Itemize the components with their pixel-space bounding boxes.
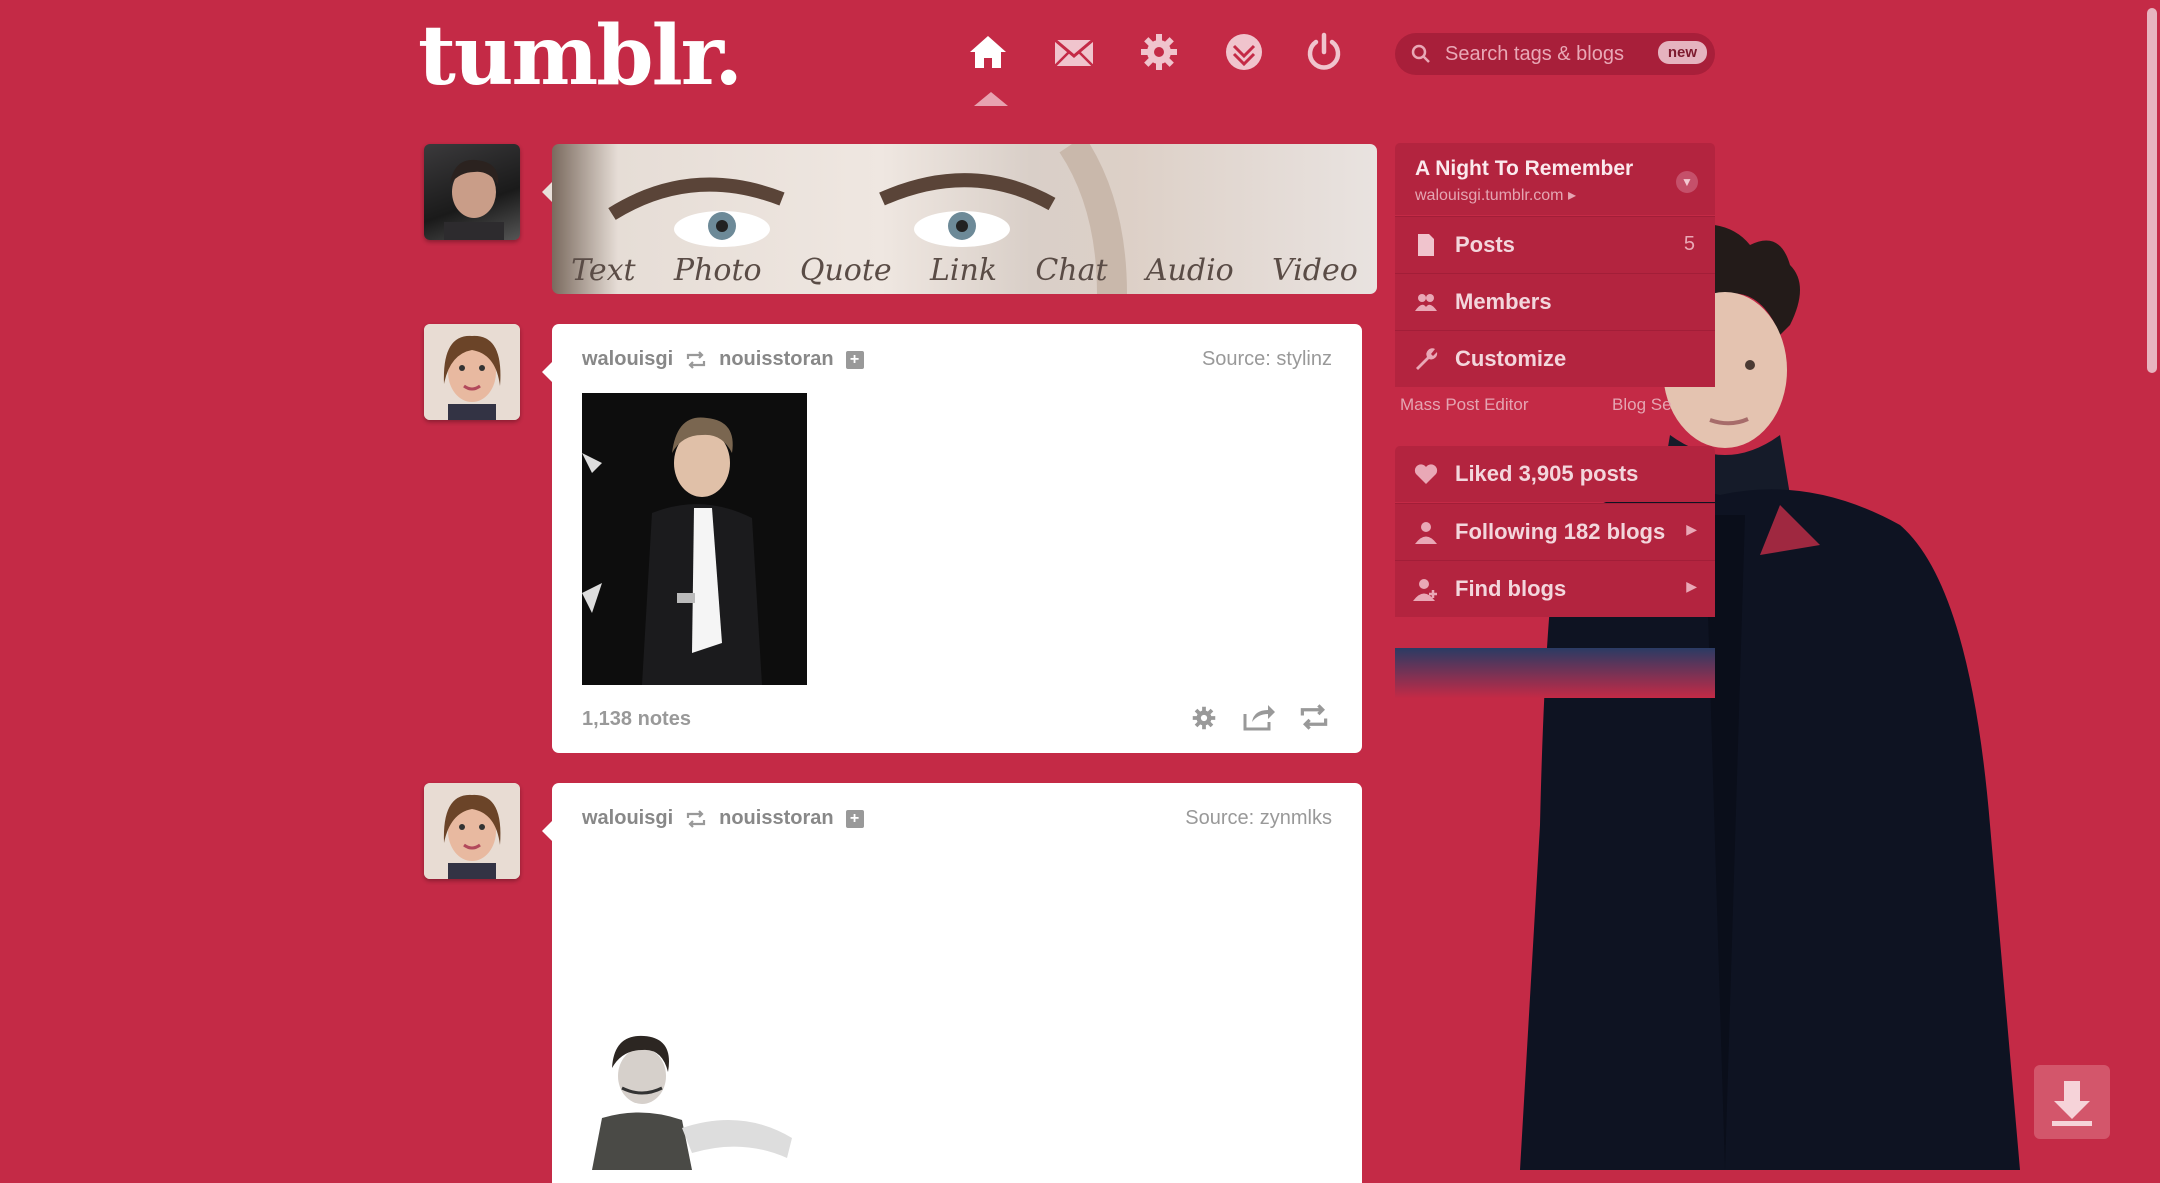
new-badge: new [1657,41,1707,64]
sidebar-banner [1395,648,1715,698]
sidebar-item-find-blogs[interactable]: Find blogs ▶ [1395,560,1715,617]
posts-count: 5 [1683,233,1695,255]
mass-post-editor-link[interactable]: Mass Post Editor [1400,395,1529,415]
download-icon [2052,1081,2092,1126]
mail-icon[interactable] [1050,28,1098,76]
tumblr-logo[interactable]: tumblr. [418,8,743,104]
post-notes[interactable]: 1,138 notes [582,708,691,731]
reblog-icon [687,809,706,828]
sidebar-item-posts[interactable]: Posts 5 [1395,216,1715,273]
follow-plus-icon[interactable]: + [845,350,864,369]
explore-icon[interactable] [1220,28,1268,76]
post-type-labels: Text Photo Quote Link Chat Audio Video [552,253,1377,288]
post-card: walouisgi nouisstoran + Source: stylinz … [552,324,1362,753]
home-icon[interactable] [964,28,1012,76]
sidebar-item-customize[interactable]: Customize [1395,330,1715,387]
post-settings-icon[interactable] [1189,703,1219,733]
person-icon [1415,522,1437,544]
avatar-pointer [542,182,552,202]
post-meta: walouisgi nouisstoran + [582,348,864,371]
post-type-audio[interactable]: Audio [1146,253,1234,288]
post-type-text[interactable]: Text [571,253,635,288]
post-source[interactable]: Source: zynmlks [1185,807,1332,830]
post-author[interactable]: walouisgi [582,348,673,371]
power-icon[interactable] [1300,28,1348,76]
wrench-icon [1416,348,1438,370]
post-source[interactable]: Source: stylinz [1202,348,1332,371]
post-photo[interactable] [582,393,807,685]
person-plus-icon [1413,579,1437,601]
blog-selector[interactable]: A Night To Remember walouisgi.tumblr.com… [1395,143,1715,215]
avatar-pointer [542,821,552,841]
post-meta: walouisgi nouisstoran + [582,807,864,830]
reblog-button-icon[interactable] [1298,703,1330,731]
post-author-avatar[interactable] [424,324,520,420]
active-nav-indicator [974,92,1008,106]
document-icon [1418,234,1434,256]
post-author-avatar[interactable] [424,783,520,879]
post-type-chat[interactable]: Chat [1035,253,1107,288]
user-avatar[interactable] [424,144,520,240]
chevron-right-icon: ▶ [1686,578,1697,594]
sidebar-item-following[interactable]: Following 182 blogs ▶ [1395,503,1715,560]
post-type-link[interactable]: Link [930,253,997,288]
search-icon [1411,44,1430,63]
reblog-icon [687,350,706,369]
post-type-photo[interactable]: Photo [674,253,762,288]
blog-title: A Night To Remember [1415,157,1634,180]
reblogged-from[interactable]: nouisstoran [719,807,833,830]
reblogged-from[interactable]: nouisstoran [719,348,833,371]
blog-settings-link[interactable]: Blog Se [1612,395,1672,415]
sidebar-item-members[interactable]: Members [1395,273,1715,330]
scrollbar-thumb[interactable] [2147,8,2157,373]
sidebar-item-likes[interactable]: Liked 3,905 posts [1395,446,1715,502]
heart-icon [1414,464,1438,484]
post-type-video[interactable]: Video [1272,253,1358,288]
share-icon[interactable] [1242,702,1276,732]
people-icon [1415,294,1437,311]
post-author[interactable]: walouisgi [582,807,673,830]
post-photo[interactable] [582,1028,807,1170]
chevron-down-icon[interactable]: ▼ [1676,171,1698,193]
follow-plus-icon[interactable]: + [845,809,864,828]
chevron-right-icon: ▶ [1686,521,1697,537]
download-button[interactable] [2034,1065,2110,1139]
search-input[interactable]: Search tags & blogs new [1395,33,1715,75]
post-type-bar: Text Photo Quote Link Chat Audio Video [552,144,1377,294]
gear-icon[interactable] [1135,28,1183,76]
post-card: walouisgi nouisstoran + Source: zynmlks [552,783,1362,1183]
search-placeholder: Search tags & blogs [1445,43,1624,65]
avatar-pointer [542,362,552,382]
blog-url[interactable]: walouisgi.tumblr.com ▸ [1415,185,1576,205]
post-type-quote[interactable]: Quote [800,253,892,288]
